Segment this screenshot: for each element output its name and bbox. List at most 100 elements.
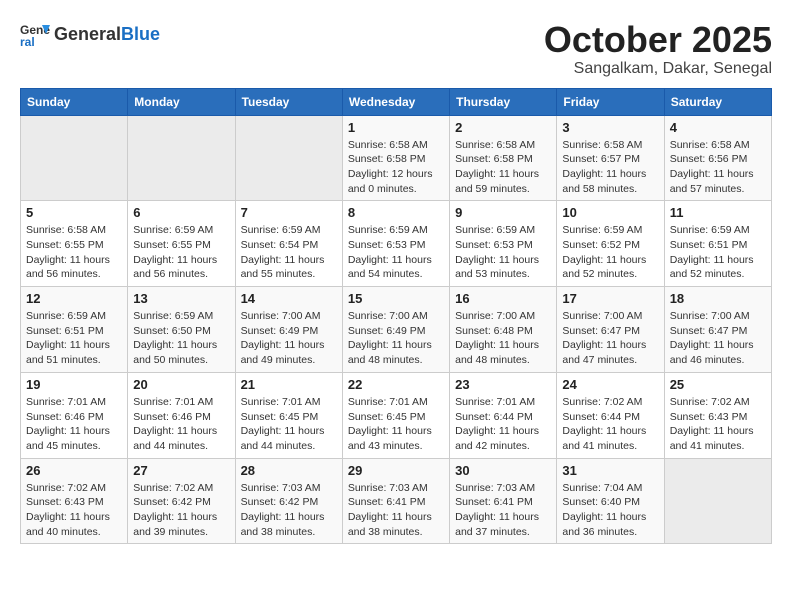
day-info: Sunrise: 7:03 AM Sunset: 6:41 PM Dayligh… bbox=[348, 481, 444, 540]
logo-line2: Blue bbox=[121, 24, 160, 44]
weekday-header-row: SundayMondayTuesdayWednesdayThursdayFrid… bbox=[21, 88, 772, 115]
day-info: Sunrise: 6:59 AM Sunset: 6:53 PM Dayligh… bbox=[348, 223, 444, 282]
day-info: Sunrise: 7:03 AM Sunset: 6:42 PM Dayligh… bbox=[241, 481, 337, 540]
weekday-header: Sunday bbox=[21, 88, 128, 115]
calendar-cell: 19 Sunrise: 7:01 AM Sunset: 6:46 PM Dayli… bbox=[21, 372, 128, 458]
logo: Gene ral GeneralBlue bbox=[20, 20, 160, 50]
day-info: Sunrise: 6:58 AM Sunset: 6:56 PM Dayligh… bbox=[670, 138, 766, 197]
calendar-cell: 26Sunrise: 7:02 AM Sunset: 6:43 PM Dayli… bbox=[21, 458, 128, 544]
day-number: 16 bbox=[455, 291, 551, 306]
day-info: Sunrise: 7:00 AM Sunset: 6:48 PM Dayligh… bbox=[455, 309, 551, 368]
day-number: 21 bbox=[241, 377, 337, 392]
calendar-cell bbox=[21, 115, 128, 201]
weekday-header: Thursday bbox=[450, 88, 557, 115]
day-number: 3 bbox=[562, 120, 658, 135]
calendar-cell: 8 Sunrise: 6:59 AM Sunset: 6:53 PM Daylig… bbox=[342, 201, 449, 287]
month-title: October 2025 bbox=[544, 20, 772, 60]
svg-text:ral: ral bbox=[20, 35, 35, 49]
day-number: 5 bbox=[26, 205, 122, 220]
day-number: 27 bbox=[133, 463, 229, 478]
day-info: Sunrise: 7:02 AM Sunset: 6:44 PM Dayligh… bbox=[562, 395, 658, 454]
day-number: 9 bbox=[455, 205, 551, 220]
day-number: 12 bbox=[26, 291, 122, 306]
day-number: 25 bbox=[670, 377, 766, 392]
weekday-header: Saturday bbox=[664, 88, 771, 115]
day-info: Sunrise: 7:01 AM Sunset: 6:44 PM Dayligh… bbox=[455, 395, 551, 454]
weekday-header: Tuesday bbox=[235, 88, 342, 115]
day-number: 26 bbox=[26, 463, 122, 478]
day-number: 22 bbox=[348, 377, 444, 392]
day-number: 18 bbox=[670, 291, 766, 306]
day-info: Sunrise: 6:59 AM Sunset: 6:51 PM Dayligh… bbox=[26, 309, 122, 368]
day-number: 17 bbox=[562, 291, 658, 306]
calendar-cell: 21 Sunrise: 7:01 AM Sunset: 6:45 PM Dayli… bbox=[235, 372, 342, 458]
day-info: Sunrise: 6:59 AM Sunset: 6:54 PM Dayligh… bbox=[241, 223, 337, 282]
day-number: 4 bbox=[670, 120, 766, 135]
day-number: 2 bbox=[455, 120, 551, 135]
day-number: 1 bbox=[348, 120, 444, 135]
day-number: 31 bbox=[562, 463, 658, 478]
calendar-cell: 23Sunrise: 7:01 AM Sunset: 6:44 PM Dayli… bbox=[450, 372, 557, 458]
logo-icon: Gene ral bbox=[20, 20, 50, 50]
day-number: 14 bbox=[241, 291, 337, 306]
day-info: Sunrise: 7:01 AM Sunset: 6:46 PM Dayligh… bbox=[26, 395, 122, 454]
day-number: 15 bbox=[348, 291, 444, 306]
day-info: Sunrise: 7:01 AM Sunset: 6:45 PM Dayligh… bbox=[241, 395, 337, 454]
calendar-cell: 10Sunrise: 6:59 AM Sunset: 6:52 PM Dayli… bbox=[557, 201, 664, 287]
calendar-cell bbox=[664, 458, 771, 544]
day-info: Sunrise: 7:00 AM Sunset: 6:49 PM Dayligh… bbox=[348, 309, 444, 368]
day-info: Sunrise: 7:02 AM Sunset: 6:42 PM Dayligh… bbox=[133, 481, 229, 540]
calendar-week-row: 1 Sunrise: 6:58 AM Sunset: 6:58 PM Daylig… bbox=[21, 115, 772, 201]
calendar-cell: 16 Sunrise: 7:00 AM Sunset: 6:48 PM Dayli… bbox=[450, 287, 557, 373]
day-info: Sunrise: 6:58 AM Sunset: 6:58 PM Dayligh… bbox=[348, 138, 444, 197]
day-info: Sunrise: 7:03 AM Sunset: 6:41 PM Dayligh… bbox=[455, 481, 551, 540]
day-info: Sunrise: 7:00 AM Sunset: 6:47 PM Dayligh… bbox=[670, 309, 766, 368]
calendar-week-row: 19 Sunrise: 7:01 AM Sunset: 6:46 PM Dayli… bbox=[21, 372, 772, 458]
calendar-cell: 18 Sunrise: 7:00 AM Sunset: 6:47 PM Dayli… bbox=[664, 287, 771, 373]
day-number: 28 bbox=[241, 463, 337, 478]
day-number: 8 bbox=[348, 205, 444, 220]
weekday-header: Monday bbox=[128, 88, 235, 115]
day-info: Sunrise: 6:59 AM Sunset: 6:51 PM Dayligh… bbox=[670, 223, 766, 282]
title-section: October 2025 Sangalkam, Dakar, Senegal bbox=[544, 20, 772, 78]
day-number: 19 bbox=[26, 377, 122, 392]
calendar-cell: 11 Sunrise: 6:59 AM Sunset: 6:51 PM Dayli… bbox=[664, 201, 771, 287]
calendar-cell: 24 Sunrise: 7:02 AM Sunset: 6:44 PM Dayli… bbox=[557, 372, 664, 458]
day-info: Sunrise: 7:01 AM Sunset: 6:45 PM Dayligh… bbox=[348, 395, 444, 454]
day-info: Sunrise: 6:58 AM Sunset: 6:58 PM Dayligh… bbox=[455, 138, 551, 197]
day-number: 24 bbox=[562, 377, 658, 392]
day-info: Sunrise: 6:59 AM Sunset: 6:55 PM Dayligh… bbox=[133, 223, 229, 282]
calendar-cell: 6 Sunrise: 6:59 AM Sunset: 6:55 PM Daylig… bbox=[128, 201, 235, 287]
day-info: Sunrise: 7:02 AM Sunset: 6:43 PM Dayligh… bbox=[670, 395, 766, 454]
calendar-cell: 1 Sunrise: 6:58 AM Sunset: 6:58 PM Daylig… bbox=[342, 115, 449, 201]
day-info: Sunrise: 6:59 AM Sunset: 6:53 PM Dayligh… bbox=[455, 223, 551, 282]
calendar-cell: 22 Sunrise: 7:01 AM Sunset: 6:45 PM Dayli… bbox=[342, 372, 449, 458]
weekday-header: Friday bbox=[557, 88, 664, 115]
day-info: Sunrise: 7:04 AM Sunset: 6:40 PM Dayligh… bbox=[562, 481, 658, 540]
calendar-cell: 30 Sunrise: 7:03 AM Sunset: 6:41 PM Dayli… bbox=[450, 458, 557, 544]
calendar-cell: 4 Sunrise: 6:58 AM Sunset: 6:56 PM Daylig… bbox=[664, 115, 771, 201]
page-header: Gene ral GeneralBlue October 2025 Sangal… bbox=[20, 20, 772, 78]
day-number: 7 bbox=[241, 205, 337, 220]
day-info: Sunrise: 6:58 AM Sunset: 6:55 PM Dayligh… bbox=[26, 223, 122, 282]
logo-line1: General bbox=[54, 24, 121, 44]
day-number: 6 bbox=[133, 205, 229, 220]
day-info: Sunrise: 7:00 AM Sunset: 6:49 PM Dayligh… bbox=[241, 309, 337, 368]
day-info: Sunrise: 6:59 AM Sunset: 6:52 PM Dayligh… bbox=[562, 223, 658, 282]
calendar-cell: 14 Sunrise: 7:00 AM Sunset: 6:49 PM Dayli… bbox=[235, 287, 342, 373]
day-number: 11 bbox=[670, 205, 766, 220]
calendar-cell: 9 Sunrise: 6:59 AM Sunset: 6:53 PM Daylig… bbox=[450, 201, 557, 287]
calendar-cell bbox=[235, 115, 342, 201]
calendar-cell: 28 Sunrise: 7:03 AM Sunset: 6:42 PM Dayli… bbox=[235, 458, 342, 544]
day-number: 20 bbox=[133, 377, 229, 392]
calendar-cell: 12 Sunrise: 6:59 AM Sunset: 6:51 PM Dayli… bbox=[21, 287, 128, 373]
calendar-week-row: 12 Sunrise: 6:59 AM Sunset: 6:51 PM Dayli… bbox=[21, 287, 772, 373]
calendar-cell bbox=[128, 115, 235, 201]
calendar-cell: 5 Sunrise: 6:58 AM Sunset: 6:55 PM Daylig… bbox=[21, 201, 128, 287]
calendar-cell: 15 Sunrise: 7:00 AM Sunset: 6:49 PM Dayli… bbox=[342, 287, 449, 373]
calendar-week-row: 5 Sunrise: 6:58 AM Sunset: 6:55 PM Daylig… bbox=[21, 201, 772, 287]
calendar-cell: 20Sunrise: 7:01 AM Sunset: 6:46 PM Dayli… bbox=[128, 372, 235, 458]
day-number: 30 bbox=[455, 463, 551, 478]
day-info: Sunrise: 6:58 AM Sunset: 6:57 PM Dayligh… bbox=[562, 138, 658, 197]
day-number: 29 bbox=[348, 463, 444, 478]
